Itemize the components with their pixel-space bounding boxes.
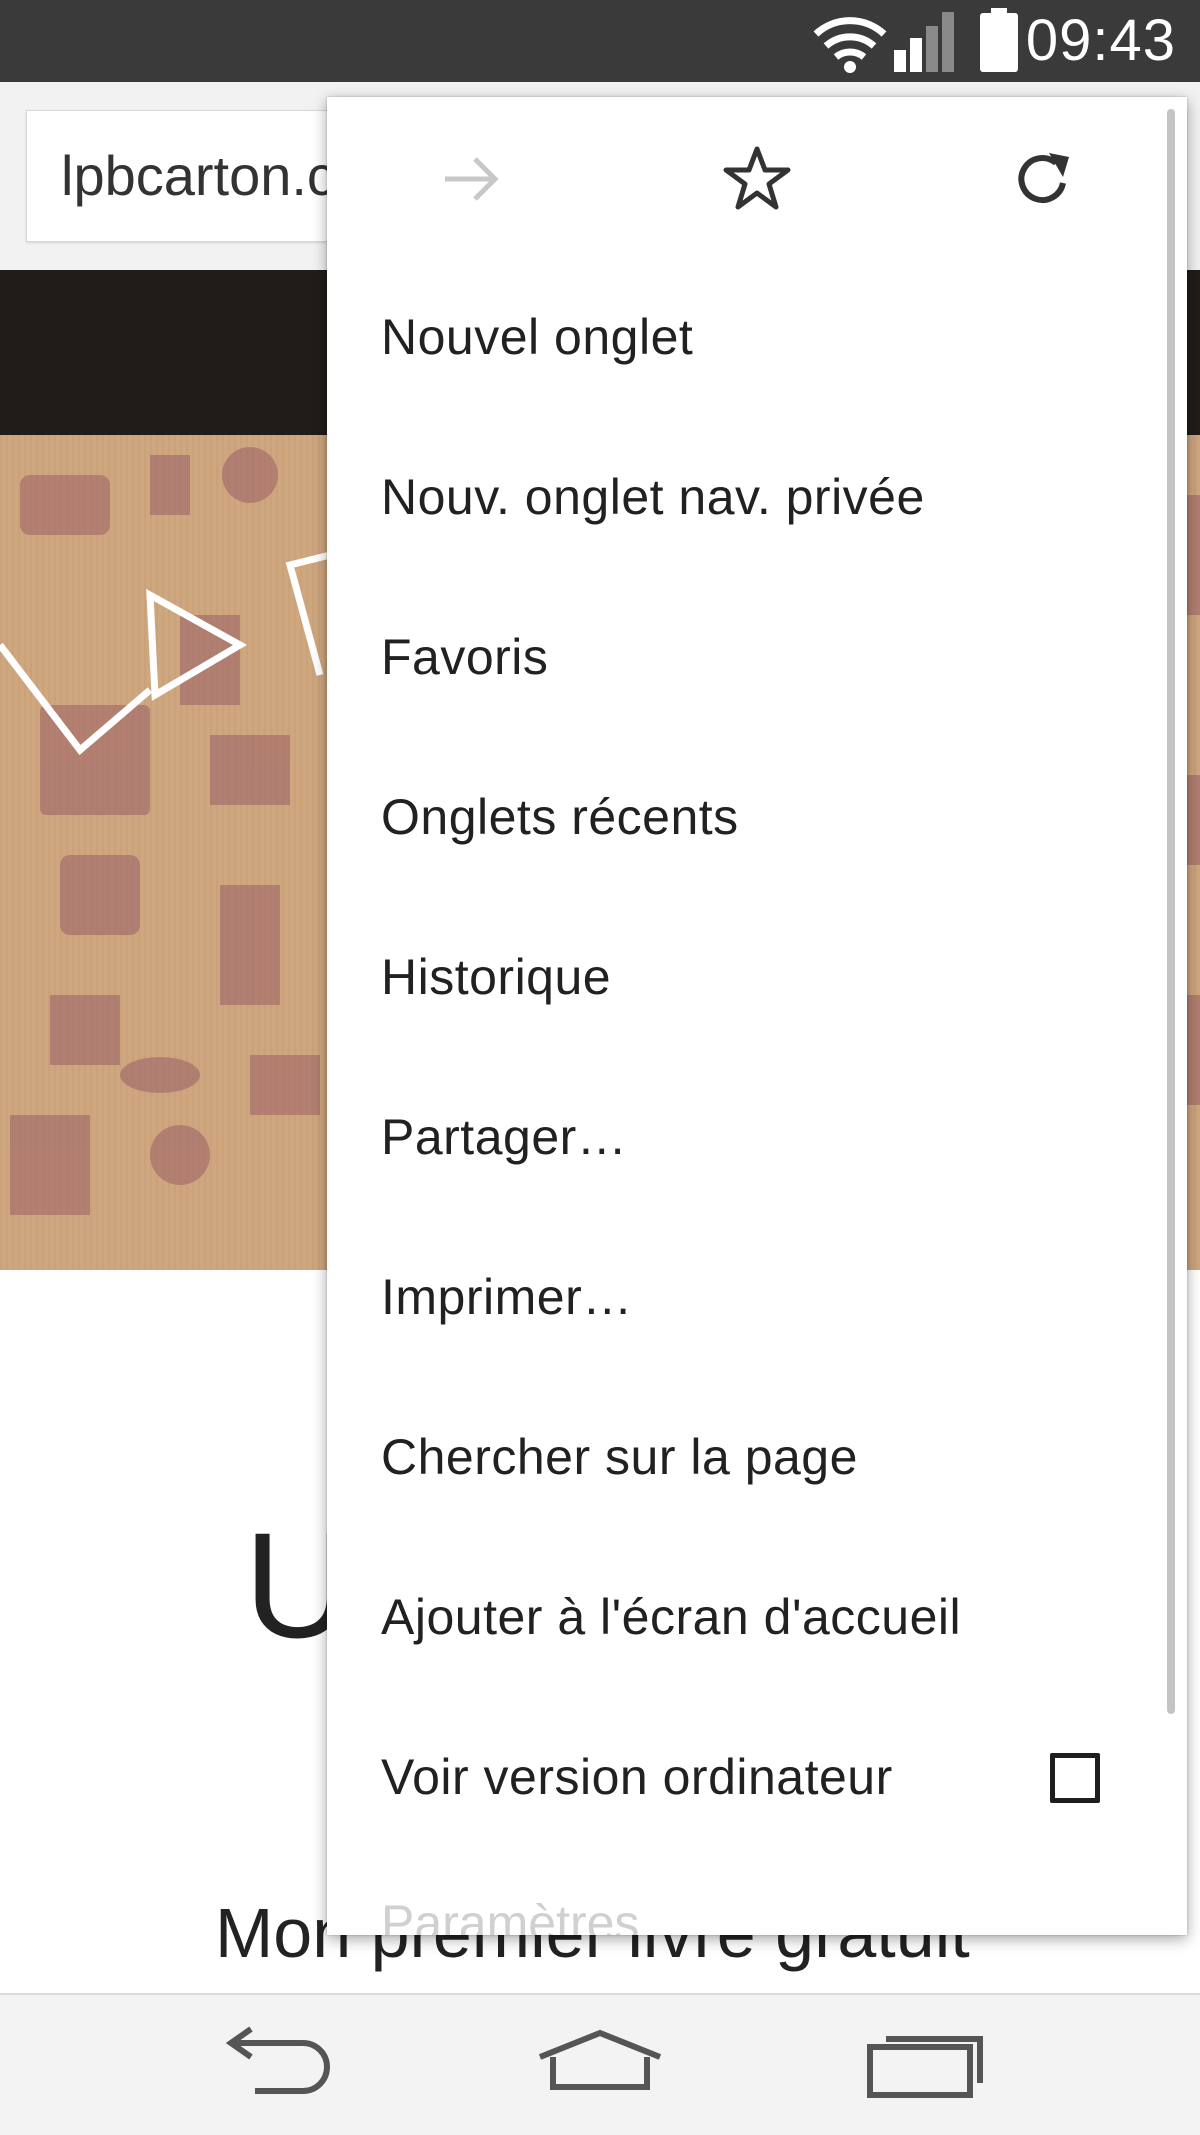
menu-item-label: Favoris: [381, 629, 549, 685]
menu-item-label: Voir version ordinateur: [381, 1749, 893, 1805]
system-navigation-bar: [0, 1993, 1200, 2135]
menu-item-label: Ajouter à l'écran d'accueil: [381, 1589, 962, 1645]
menu-item-label: Imprimer…: [381, 1269, 633, 1325]
menu-item-share[interactable]: Partager…: [327, 1057, 1157, 1217]
reload-icon[interactable]: [1003, 139, 1083, 219]
status-time: 09:43: [1025, 8, 1176, 73]
menu-item-print[interactable]: Imprimer…: [327, 1217, 1157, 1377]
desktop-site-checkbox[interactable]: [1050, 1753, 1100, 1803]
menu-item-label: Onglets récents: [381, 789, 739, 845]
wifi-icon: [813, 17, 887, 73]
menu-scrollbar[interactable]: [1167, 109, 1175, 1714]
menu-item-label: Nouvel onglet: [381, 309, 694, 365]
menu-icon-row: [327, 97, 1187, 257]
back-icon[interactable]: [200, 2015, 350, 2115]
status-bar: 09:43: [0, 0, 1200, 82]
battery-icon: [980, 8, 1018, 72]
menu-item-add-to-home-screen[interactable]: Ajouter à l'écran d'accueil: [327, 1537, 1157, 1697]
menu-item-label: Nouv. onglet nav. privée: [381, 469, 925, 525]
menu-item-request-desktop-site[interactable]: Voir version ordinateur: [327, 1697, 1157, 1857]
menu-item-new-tab[interactable]: Nouvel onglet: [327, 257, 1157, 417]
menu-item-label: Historique: [381, 949, 612, 1005]
menu-item-settings-partial[interactable]: Paramètres: [381, 1891, 639, 1935]
menu-item-find-in-page[interactable]: Chercher sur la page: [327, 1377, 1157, 1537]
url-text: lpbcarton.c: [61, 144, 335, 207]
menu-item-new-incognito-tab[interactable]: Nouv. onglet nav. privée: [327, 417, 1157, 577]
forward-arrow-icon[interactable]: [431, 139, 511, 219]
star-icon[interactable]: [717, 139, 797, 219]
menu-item-recent-tabs[interactable]: Onglets récents: [327, 737, 1157, 897]
menu-item-label: Chercher sur la page: [381, 1429, 858, 1485]
menu-item-history[interactable]: Historique: [327, 897, 1157, 1057]
menu-item-label: Partager…: [381, 1109, 628, 1165]
recent-apps-icon[interactable]: [850, 2015, 1000, 2115]
signal-icon: [894, 12, 954, 72]
menu-item-bookmarks[interactable]: Favoris: [327, 577, 1157, 737]
home-icon[interactable]: [525, 2015, 675, 2115]
overflow-menu: Nouvel onglet Nouv. onglet nav. privée F…: [327, 97, 1187, 1935]
